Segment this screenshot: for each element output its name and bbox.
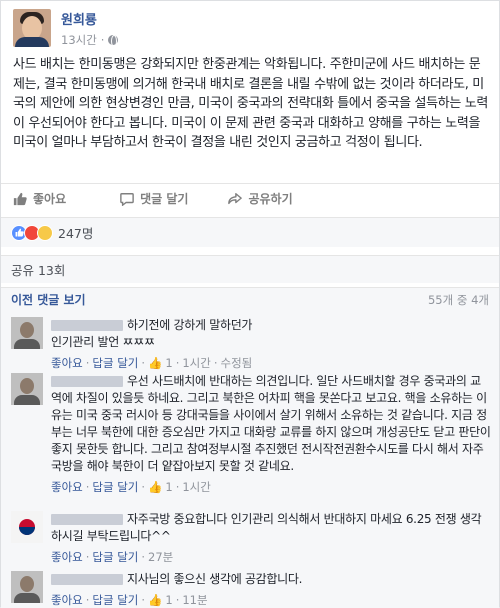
share-label: 공유하기 — [248, 192, 293, 206]
comment-label: 댓글 달기 — [140, 192, 189, 206]
facebook-post: 원희룡 13시간 · 사드 배치는 한미동맹은 강화되지만 한중관계는 악화됩니… — [0, 0, 500, 608]
reactions-row[interactable]: 247명 — [1, 217, 499, 247]
comment-like-button[interactable]: 좋아요 — [51, 479, 83, 495]
commenter-avatar[interactable] — [11, 373, 43, 405]
comment-meta: 좋아요 · 답글 달기 · 👍 1 · 11분 — [51, 592, 208, 608]
post-meta: 원희룡 13시간 · — [61, 9, 119, 48]
haha-reaction-icon — [37, 224, 53, 241]
comment-like-count: 1 — [165, 593, 173, 607]
comment-like-count: 1 — [165, 480, 173, 494]
share-arrow-icon — [228, 192, 243, 204]
comment-time[interactable]: 1시간 — [182, 355, 210, 371]
commenter-name-redacted[interactable] — [51, 320, 123, 331]
comment-text-wrap: 우선 사드배치에 반대하는 의견입니다. 일단 사드배치할 경우 중국과의 교역… — [51, 373, 491, 475]
comment-time[interactable]: 11분 — [182, 592, 207, 608]
post-time[interactable]: 13시간 — [61, 32, 97, 48]
comment-time[interactable]: 1시간 — [182, 479, 210, 495]
like-button[interactable]: 좋아요 — [13, 190, 66, 207]
comments-list: 하기전에 강하게 말하던가 인기관리 발언 ㅉㅉㅉ 좋아요 · 답글 달기 · 👍 1… — [1, 311, 499, 608]
comment-reply-button[interactable]: 답글 달기 — [92, 355, 138, 371]
comment-meta: 좋아요 · 답글 달기 · 27분 — [51, 549, 174, 565]
comment-meta: 좋아요 · 답글 달기 · 👍 1 · 1시간 — [51, 479, 211, 495]
comment-text: 지사님의 좋으신 생각에 공감합니다. — [127, 572, 303, 586]
commenter-name-redacted[interactable] — [51, 514, 123, 525]
comment-like-thumb-icon: 👍 — [148, 593, 163, 607]
comment-item: 우선 사드배치에 반대하는 의견입니다. 일단 사드배치할 경우 중국과의 교역… — [11, 373, 491, 495]
comment-item: 지사님의 좋으신 생각에 공감합니다. 좋아요 · 답글 달기 · 👍 1 · 11분 — [11, 571, 491, 608]
comment-text: 우선 사드배치에 반대하는 의견입니다. 일단 사드배치할 경우 중국과의 교역… — [51, 374, 491, 473]
comment-meta: 좋아요 · 답글 달기 · 👍 1 · 1시간 · 수정됨 — [51, 355, 253, 371]
commenter-avatar[interactable] — [11, 511, 43, 543]
share-count-row: 공유 13회 — [1, 255, 499, 283]
comment-item: 자주국방 중요합니다 인기관리 의식해서 반대하지 마세요 6.25 전쟁 생각… — [11, 511, 491, 565]
comment-text-wrap: 자주국방 중요합니다 인기관리 의식해서 반대하지 마세요 6.25 전쟁 생각… — [51, 511, 491, 545]
comment-item: 하기전에 강하게 말하던가 인기관리 발언 ㅉㅉㅉ 좋아요 · 답글 달기 · 👍 1… — [11, 317, 491, 371]
reaction-count[interactable]: 247명 — [58, 223, 93, 242]
commenter-avatar[interactable] — [11, 571, 43, 603]
view-previous-comments-link[interactable]: 이전 댓글 보기 — [11, 291, 86, 308]
author-avatar[interactable] — [13, 9, 51, 47]
comment-like-thumb-icon: 👍 — [148, 480, 163, 494]
comment-reply-button[interactable]: 답글 달기 — [92, 592, 138, 608]
like-label: 좋아요 — [33, 192, 67, 206]
comment-like-count: 1 — [165, 356, 173, 370]
comment-time[interactable]: 27분 — [148, 549, 173, 565]
author-name[interactable]: 원희룡 — [61, 9, 118, 28]
comment-text-wrap: 지사님의 좋으신 생각에 공감합니다. — [51, 571, 491, 588]
comment-reply-button[interactable]: 답글 달기 — [92, 549, 138, 565]
post-text: 사드 배치는 한미동맹은 강화되지만 한중관계는 악화됩니다. 주한미군에 사드… — [13, 57, 488, 150]
share-button[interactable]: 공유하기 — [228, 190, 293, 207]
public-globe-icon — [108, 35, 119, 47]
post-time-row: 13시간 · — [61, 32, 119, 48]
thumbs-up-icon — [13, 192, 27, 205]
comment-like-thumb-icon: 👍 — [148, 356, 163, 370]
commenter-avatar[interactable] — [11, 317, 43, 349]
comment-button[interactable]: 댓글 달기 — [120, 190, 188, 207]
comments-count: 55개 중 4개 — [427, 292, 489, 307]
share-count[interactable]: 공유 13회 — [11, 260, 65, 279]
comment-edited[interactable]: 수정됨 — [221, 355, 253, 371]
comment-like-button[interactable]: 좋아요 — [51, 355, 83, 371]
post-actions-bar: 좋아요 댓글 달기 공유하기 — [1, 183, 499, 213]
comment-like-button[interactable]: 좋아요 — [51, 592, 83, 608]
post-header: 원희룡 13시간 · — [13, 9, 119, 48]
comment-text-wrap: 하기전에 강하게 말하던가 인기관리 발언 ㅉㅉㅉ — [51, 317, 491, 351]
comment-reply-button[interactable]: 답글 달기 — [92, 479, 138, 495]
commenter-name-redacted[interactable] — [51, 376, 123, 387]
commenter-name-redacted[interactable] — [51, 574, 123, 585]
comment-like-button[interactable]: 좋아요 — [51, 549, 83, 565]
comments-header: 이전 댓글 보기 55개 중 4개 — [1, 287, 499, 311]
comment-icon — [120, 192, 134, 206]
